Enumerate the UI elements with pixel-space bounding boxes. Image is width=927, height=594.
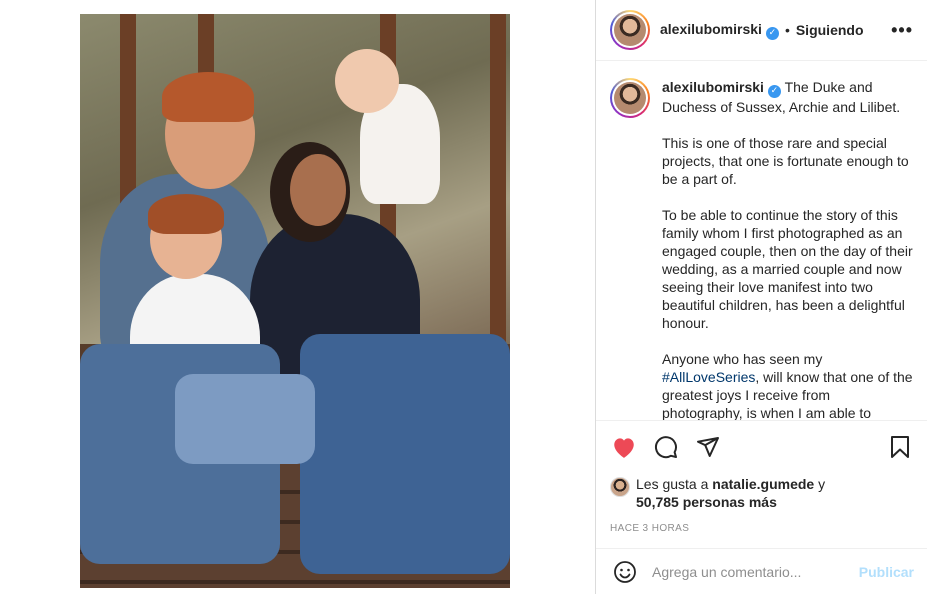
author-username[interactable]: alexilubomirski ✓	[660, 21, 779, 40]
post-sidebar: alexilubomirski ✓ • Siguiendo ••• alexilu…	[595, 0, 927, 594]
caption-area: alexilubomirski ✓ The Duke and Duchess of…	[596, 62, 927, 420]
caption-text: alexilubomirski ✓ The Duke and Duchess of…	[662, 78, 914, 420]
verified-badge-icon: ✓	[767, 85, 781, 98]
comment-bar: Publicar	[596, 548, 927, 594]
bookmark-icon[interactable]	[886, 433, 914, 461]
comment-input[interactable]	[652, 563, 842, 580]
following-button[interactable]: Siguiendo	[796, 22, 864, 38]
post-photo[interactable]	[80, 14, 510, 588]
caption-avatar[interactable]	[610, 78, 650, 118]
caption-username[interactable]: alexilubomirski	[662, 79, 764, 95]
post-timestamp[interactable]: Hace 3 horas	[610, 523, 914, 534]
heart-icon[interactable]	[610, 433, 638, 461]
emoji-icon[interactable]	[612, 559, 638, 585]
comment-icon[interactable]	[652, 433, 680, 461]
post-actions: Les gusta a natalie.gumede y 50,785 pers…	[596, 420, 927, 534]
action-icons-row	[610, 433, 914, 461]
publish-button[interactable]: Publicar	[859, 564, 914, 580]
author-avatar[interactable]	[610, 10, 650, 50]
paper-plane-icon[interactable]	[694, 433, 722, 461]
liker-username[interactable]: natalie.gumede	[712, 476, 814, 492]
likes-count[interactable]: 50,785 personas más	[636, 494, 777, 510]
verified-badge-icon: ✓	[765, 26, 779, 40]
post-header: alexilubomirski ✓ • Siguiendo •••	[596, 0, 927, 61]
liker-avatar[interactable]	[610, 477, 630, 497]
caption-paragraph-2: This is one of those rare and special pr…	[662, 135, 909, 187]
separator-dot: •	[784, 22, 790, 38]
more-options-icon[interactable]: •••	[891, 20, 913, 41]
likes-summary: Les gusta a natalie.gumede y 50,785 pers…	[610, 475, 914, 511]
caption-row: alexilubomirski ✓ The Duke and Duchess of…	[610, 78, 914, 420]
media-pane	[0, 0, 595, 594]
caption-paragraph-3: To be able to continue the story of this…	[662, 207, 913, 331]
hashtag-link[interactable]: #AllLoveSeries	[662, 369, 755, 385]
caption-paragraph-4-start: Anyone who has seen my	[662, 351, 823, 367]
